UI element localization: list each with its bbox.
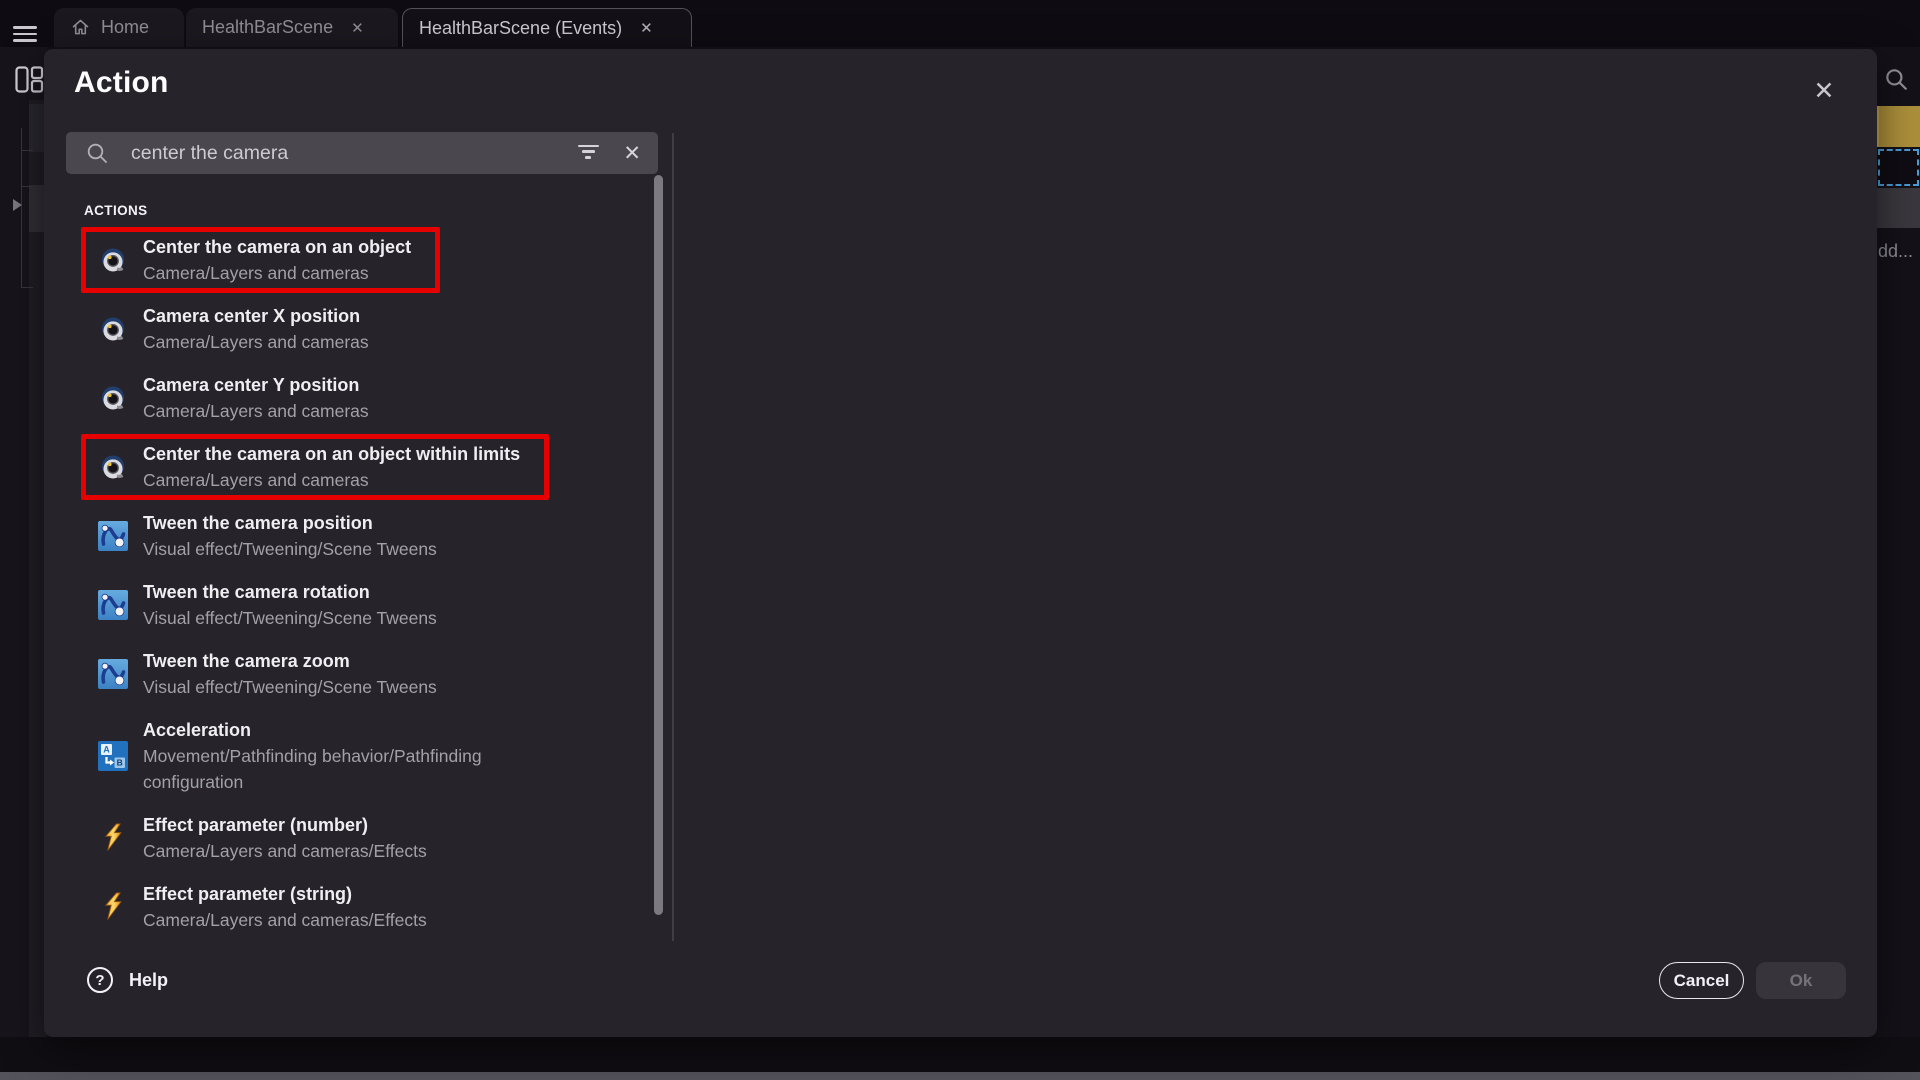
editor-right-strip: dd... (1877, 47, 1920, 1037)
action-list-item[interactable]: Tween the camera rotationVisual effect/T… (81, 572, 466, 638)
action-results-list: ACTIONS Center the camera on an objectCa… (66, 185, 652, 931)
list-scrollbar[interactable] (654, 175, 663, 915)
action-list-item[interactable]: Camera center X positionCamera/Layers an… (81, 296, 398, 362)
tween-icon (98, 521, 128, 551)
svg-text:B: B (117, 758, 123, 768)
expand-arrow-icon[interactable] (13, 199, 22, 211)
action-item-title: Effect parameter (string) (143, 881, 427, 907)
bottom-bar (0, 1072, 1920, 1080)
action-item-subtitle: Visual effect/Tweening/Scene Tweens (143, 605, 437, 631)
action-list-item[interactable]: Tween the camera zoomVisual effect/Tween… (81, 641, 466, 707)
camera-icon (98, 452, 128, 482)
question-mark-icon: ? (87, 967, 113, 993)
action-item-subtitle: Visual effect/Tweening/Scene Tweens (143, 674, 437, 700)
filter-icon[interactable] (577, 145, 599, 162)
action-item-subtitle: Camera/Layers and cameras (143, 260, 411, 286)
action-list-item[interactable]: Camera center Y positionCamera/Layers an… (81, 365, 398, 431)
gdevelop-editor: Home HealthBarScene ✕ HealthBarScene (Ev… (0, 0, 1920, 1080)
action-list-item[interactable]: Center the camera on an object within li… (81, 434, 549, 500)
action-item-subtitle: Visual effect/Tweening/Scene Tweens (143, 536, 437, 562)
tween-icon (98, 659, 128, 689)
help-label: Help (129, 970, 168, 991)
tab-label: HealthBarScene (202, 17, 333, 38)
action-list-item[interactable]: AB AccelerationMovement/Pathfinding behav… (81, 710, 602, 802)
lightning-icon (98, 892, 128, 922)
editor-left-strip (0, 47, 47, 1037)
action-item-title: Camera center Y position (143, 372, 369, 398)
actions-section-label: ACTIONS (84, 203, 652, 218)
panels-layout-icon[interactable] (15, 66, 45, 99)
dialog-close-icon[interactable]: ✕ (1804, 71, 1844, 111)
action-search-bar: ✕ (66, 132, 658, 174)
magnifier-icon (85, 141, 109, 165)
action-item-subtitle: Camera/Layers and cameras (143, 398, 369, 424)
search-icon[interactable] (1883, 66, 1909, 97)
tween-icon (98, 590, 128, 620)
action-item-title: Camera center X position (143, 303, 369, 329)
panel-divider (672, 133, 674, 941)
action-item-subtitle: Camera/Layers and cameras (143, 329, 369, 355)
action-item-subtitle: Camera/Layers and cameras/Effects (143, 838, 427, 864)
home-icon (70, 17, 91, 38)
clear-search-icon[interactable]: ✕ (623, 143, 641, 164)
svg-text:A: A (103, 745, 110, 755)
action-item-title: Tween the camera position (143, 510, 437, 536)
dialog-title: Action (74, 66, 169, 100)
tree-line (21, 150, 33, 151)
camera-icon (98, 383, 128, 413)
tab-label: Home (101, 17, 149, 38)
action-list-item[interactable]: Tween the camera positionVisual effect/T… (81, 503, 466, 569)
action-item-subtitle: Camera/Layers and cameras (143, 467, 520, 493)
tab-close-icon[interactable]: ✕ (351, 19, 364, 37)
help-button[interactable]: ? Help (87, 967, 168, 993)
editor-bottom-strip (0, 1037, 1920, 1080)
lightning-icon (98, 823, 128, 853)
pathfinding-icon: AB (98, 741, 128, 771)
hamburger-menu-icon[interactable] (13, 26, 37, 42)
action-list-item[interactable]: Effect parameter (string)Camera/Layers a… (81, 874, 456, 931)
action-dialog: Action ✕ ✕ ACTIONS Center the camera on … (44, 49, 1877, 1037)
action-item-subtitle: Movement/Pathfinding behavior/Pathfindin… (143, 743, 573, 795)
tree-line (21, 287, 33, 288)
ok-button[interactable]: Ok (1756, 962, 1846, 999)
action-list-item[interactable]: Effect parameter (number)Camera/Layers a… (81, 805, 456, 871)
search-input[interactable] (131, 142, 577, 165)
event-block (1877, 188, 1920, 228)
event-condition-block (1877, 106, 1920, 147)
action-item-title: Center the camera on an object (143, 234, 411, 260)
action-item-title: Tween the camera zoom (143, 648, 437, 674)
camera-icon (98, 245, 128, 275)
cancel-button[interactable]: Cancel (1659, 962, 1744, 999)
action-list-item[interactable]: Center the camera on an objectCamera/Lay… (81, 227, 440, 293)
action-item-title: Acceleration (143, 717, 573, 743)
tab-healthbarscene[interactable]: HealthBarScene ✕ (186, 8, 398, 47)
tab-home[interactable]: Home (54, 8, 184, 47)
truncated-add-text: dd... (1878, 241, 1913, 262)
camera-icon (98, 314, 128, 344)
action-item-title: Tween the camera rotation (143, 579, 437, 605)
selected-event-block (1878, 149, 1919, 186)
tab-close-icon[interactable]: ✕ (640, 19, 653, 37)
action-item-title: Center the camera on an object within li… (143, 441, 520, 467)
tree-line (21, 186, 33, 187)
tab-healthbarscene-events[interactable]: HealthBarScene (Events) ✕ (402, 8, 692, 47)
tab-label: HealthBarScene (Events) (419, 18, 622, 39)
action-item-subtitle: Camera/Layers and cameras/Effects (143, 907, 427, 931)
action-item-title: Effect parameter (number) (143, 812, 427, 838)
top-tab-bar: Home HealthBarScene ✕ HealthBarScene (Ev… (0, 0, 1920, 47)
